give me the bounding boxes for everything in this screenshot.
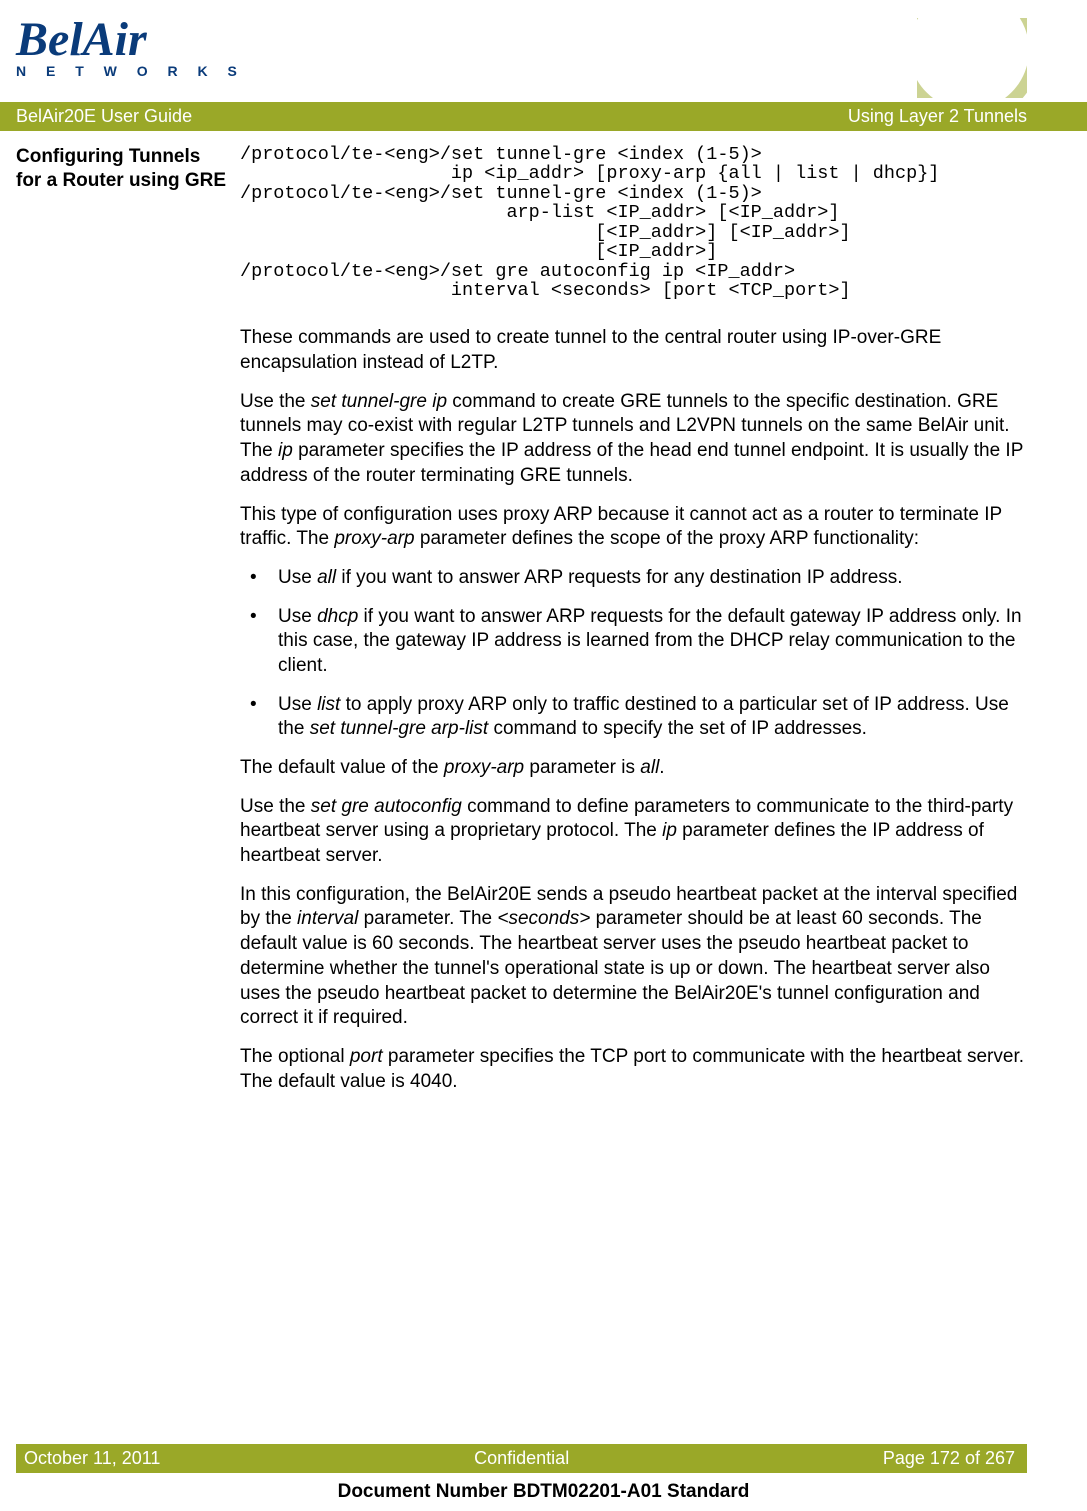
logo-brand: BelAir	[16, 18, 245, 61]
header-left: BelAir20E User Guide	[16, 106, 192, 127]
content: Configuring Tunnels for a Router using G…	[0, 131, 1087, 1108]
swirl-icon	[917, 18, 1027, 98]
paragraph: The optional port parameter specifies th…	[240, 1045, 1027, 1094]
paragraph: In this configuration, the BelAir20E sen…	[240, 883, 1027, 1031]
code-block: /protocol/te-<eng>/set tunnel-gre <index…	[240, 145, 1027, 300]
paragraph: The default value of the proxy-arp param…	[240, 756, 1027, 781]
paragraph: Use the set tunnel-gre ip command to cre…	[240, 390, 1027, 489]
footer-page: Page 172 of 267	[883, 1448, 1015, 1469]
body-text: These commands are used to create tunnel…	[240, 326, 1027, 1094]
section-heading: Configuring Tunnels for a Router using G…	[16, 145, 230, 193]
header-right: Using Layer 2 Tunnels	[848, 106, 1027, 127]
footer-bar: October 11, 2011 Confidential Page 172 o…	[16, 1444, 1027, 1473]
paragraph: This type of configuration uses proxy AR…	[240, 503, 1027, 552]
document-number: Document Number BDTM02201-A01 Standard	[0, 1481, 1087, 1503]
logo-subtext: N E T W O R K S	[16, 63, 245, 79]
list-item: Use dhcp if you want to answer ARP reque…	[240, 605, 1027, 679]
list-item: Use all if you want to answer ARP reques…	[240, 566, 1027, 591]
footer-date: October 11, 2011	[24, 1448, 160, 1469]
logo: BelAir N E T W O R K S	[16, 18, 245, 79]
side-column: Configuring Tunnels for a Router using G…	[16, 145, 240, 1108]
header-bar: BelAir20E User Guide Using Layer 2 Tunne…	[0, 102, 1087, 131]
paragraph: Use the set gre autoconfig command to de…	[240, 795, 1027, 869]
list-item: Use list to apply proxy ARP only to traf…	[240, 693, 1027, 742]
paragraph: These commands are used to create tunnel…	[240, 326, 1027, 375]
main-column: /protocol/te-<eng>/set tunnel-gre <index…	[240, 145, 1027, 1108]
footer-center: Confidential	[474, 1448, 569, 1469]
page-header: BelAir N E T W O R K S	[0, 0, 1087, 98]
bullet-list: Use all if you want to answer ARP reques…	[240, 566, 1027, 742]
